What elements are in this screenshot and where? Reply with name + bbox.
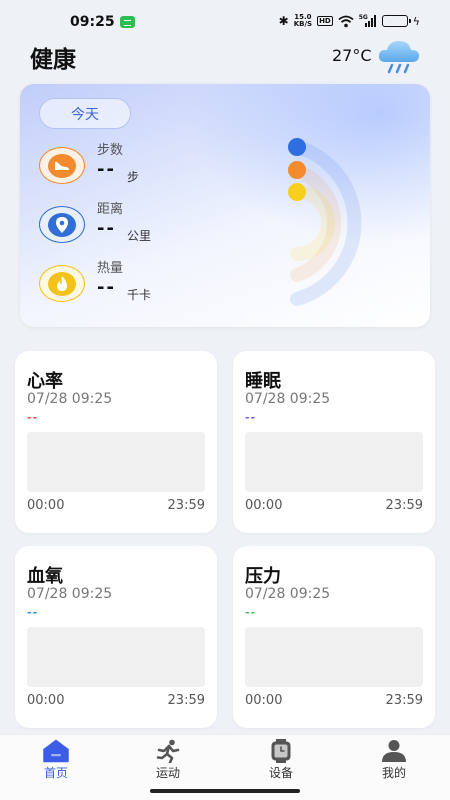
card-end-time: 23:59 <box>385 693 423 708</box>
card-start-time: 00:00 <box>245 693 283 708</box>
steps-unit: 步 <box>127 170 140 184</box>
steps-metric: 步数 -- 步 <box>39 139 239 191</box>
distance-icon-badge <box>39 206 85 243</box>
calories-unit: 千卡 <box>127 288 152 302</box>
card-title: 睡眠 <box>245 371 281 392</box>
activity-rings <box>288 138 362 306</box>
location-pin-icon <box>56 216 68 233</box>
home-icon <box>43 739 69 763</box>
distance-ring-dot <box>288 161 306 179</box>
distance-value: -- <box>97 218 116 239</box>
today-button[interactable]: 今天 <box>39 98 131 129</box>
card-end-time: 23:59 <box>385 498 423 513</box>
card-chart-area <box>27 432 205 492</box>
card-value: -- <box>27 411 39 424</box>
tab-device[interactable]: 设备 <box>241 735 321 785</box>
card-value: -- <box>245 411 257 424</box>
hd-badge: HD <box>317 16 333 26</box>
card-end-time: 23:59 <box>167 498 205 513</box>
card-title: 血氧 <box>27 566 63 587</box>
calories-icon-badge <box>39 265 85 302</box>
heart-rate-card[interactable]: 心率 07/28 09:25 -- 00:00 23:59 <box>15 351 217 533</box>
profile-icon <box>382 740 406 762</box>
card-title: 心率 <box>27 371 63 392</box>
wifi-icon <box>338 15 354 27</box>
card-value: -- <box>27 606 39 619</box>
status-time: 09:25 <box>70 14 115 30</box>
status-indicators: ✱ 15.0 KB/S HD 5G ϟ <box>279 13 420 29</box>
tab-label: 运动 <box>155 766 180 780</box>
card-chart-area <box>27 627 205 687</box>
stress-card[interactable]: 压力 07/28 09:25 -- 00:00 23:59 <box>233 546 435 728</box>
sleep-card[interactable]: 睡眠 07/28 09:25 -- 00:00 23:59 <box>233 351 435 533</box>
network-speed-unit: KB/S <box>293 20 313 28</box>
card-start-time: 00:00 <box>27 498 65 513</box>
tab-home[interactable]: 首页 <box>16 735 96 785</box>
tab-label: 首页 <box>43 766 68 780</box>
shoe-icon <box>55 161 69 170</box>
card-start-time: 00:00 <box>245 498 283 513</box>
distance-label: 距离 <box>97 202 124 217</box>
page-title: 健康 <box>30 47 76 73</box>
card-end-time: 23:59 <box>167 693 205 708</box>
home-indicator[interactable] <box>150 789 300 793</box>
watch-icon <box>271 739 291 763</box>
weather-temperature: 27°C <box>332 46 372 65</box>
network-speed: 15.0 KB/S <box>294 14 312 28</box>
card-chart-area <box>245 432 423 492</box>
calories-ring-dot <box>288 183 306 201</box>
tab-label: 我的 <box>381 766 406 780</box>
card-chart-area <box>245 627 423 687</box>
rain-cloud-icon[interactable] <box>376 38 422 74</box>
charging-icon: ϟ <box>412 14 420 28</box>
flame-icon <box>57 275 67 291</box>
tab-profile[interactable]: 我的 <box>354 735 434 785</box>
calories-ring-track <box>290 185 335 261</box>
card-timestamp: 07/28 09:25 <box>27 391 113 407</box>
steps-label: 步数 <box>97 143 124 158</box>
card-title: 压力 <box>245 566 281 587</box>
steps-icon-badge <box>39 147 85 184</box>
cellular-signal-icon: 5G <box>359 14 377 28</box>
distance-unit: 公里 <box>127 229 152 243</box>
steps-ring-dot <box>288 138 306 156</box>
status-bar: 09:25 ✱ 15.0 KB/S HD 5G ϟ <box>0 0 450 40</box>
tab-label: 设备 <box>268 766 293 780</box>
card-timestamp: 07/28 09:25 <box>27 586 113 602</box>
tab-sport[interactable]: 运动 <box>128 735 208 785</box>
battery-icon <box>381 15 411 27</box>
blood-oxygen-card[interactable]: 血氧 07/28 09:25 -- 00:00 23:59 <box>15 546 217 728</box>
calories-label: 热量 <box>97 261 124 276</box>
bluetooth-icon: ✱ <box>278 14 289 28</box>
chat-notification-icon <box>120 16 135 28</box>
distance-metric: 距离 -- 公里 <box>39 198 239 250</box>
card-timestamp: 07/28 09:25 <box>245 586 331 602</box>
card-value: -- <box>245 606 257 619</box>
calories-value: -- <box>97 277 116 298</box>
activity-summary-card[interactable]: 今天 步数 -- 步 距离 -- 公里 热量 -- 千卡 <box>20 84 430 327</box>
steps-value: -- <box>97 159 116 180</box>
card-start-time: 00:00 <box>27 693 65 708</box>
calories-metric: 热量 -- 千卡 <box>39 257 239 309</box>
card-timestamp: 07/28 09:25 <box>245 391 331 407</box>
running-icon <box>156 739 180 763</box>
